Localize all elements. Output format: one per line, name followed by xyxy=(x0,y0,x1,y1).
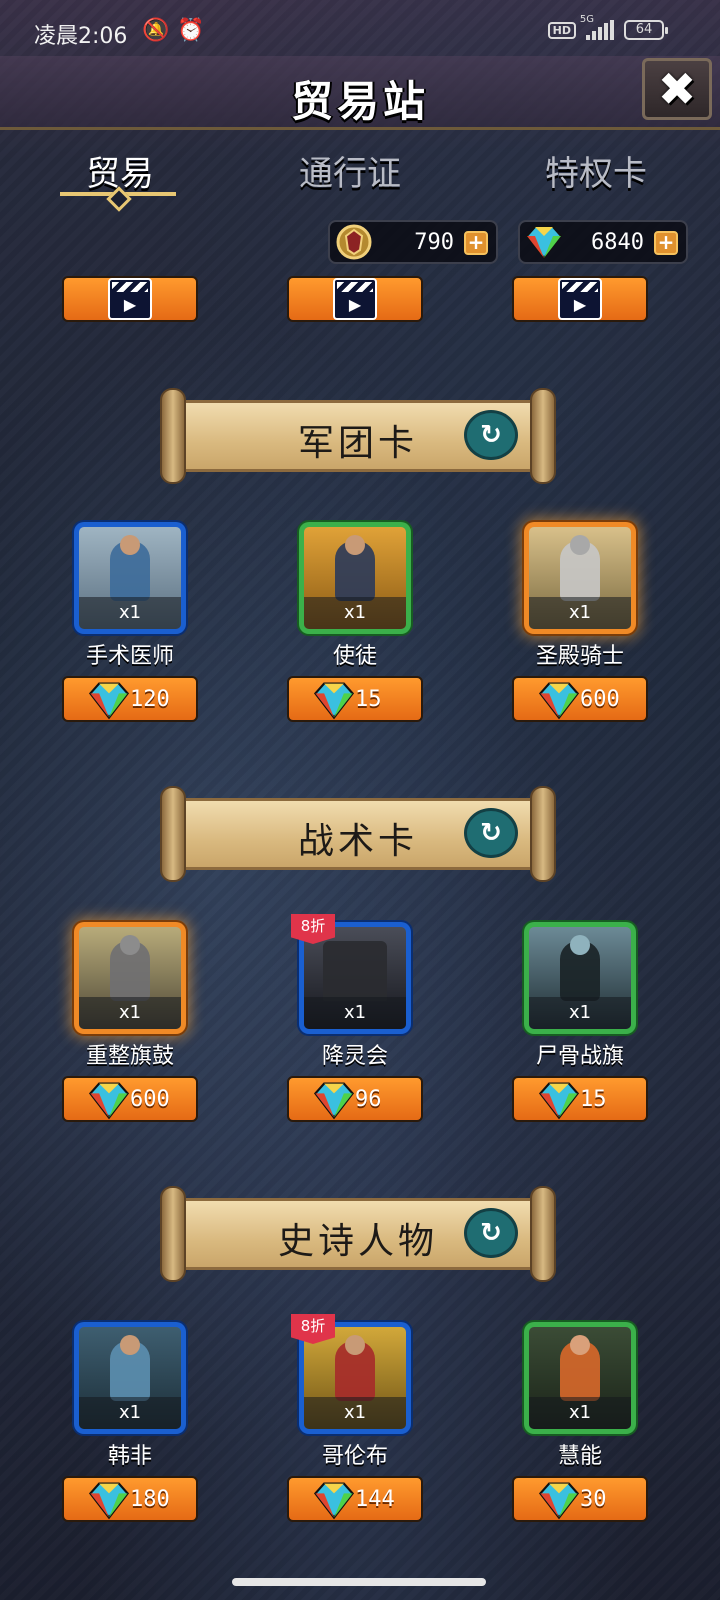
diamond-gem-icon xyxy=(538,682,580,720)
card-portrait: x1 xyxy=(304,1327,406,1429)
card-portrait: x1 xyxy=(529,527,631,629)
refresh-icon: ↻ xyxy=(480,420,502,450)
gem-balance: 6840 + xyxy=(518,220,688,264)
status-time: 凌晨2:06 xyxy=(34,24,128,49)
price-value: 120 xyxy=(130,687,170,712)
refresh-icon: ↻ xyxy=(480,1218,502,1248)
card-portrait: x1 xyxy=(79,927,181,1029)
buy-button[interactable]: 600 xyxy=(62,1076,198,1122)
diamond-gem-icon xyxy=(313,1082,355,1120)
card-frame: x1 xyxy=(524,922,636,1034)
card-frame: x1 xyxy=(299,522,411,634)
card-quantity: x1 xyxy=(79,997,181,1029)
add-gem-button[interactable]: + xyxy=(654,231,678,255)
hd-icon: HD xyxy=(547,21,576,39)
status-bar: 凌晨2:06 🔕⏰ 5G HD 64 xyxy=(0,0,720,64)
watch-video-button-3[interactable]: ▶ xyxy=(512,276,648,322)
card-name: 慧能 xyxy=(557,1444,602,1469)
price-value: 30 xyxy=(580,1487,607,1512)
price-value: 15 xyxy=(580,1087,607,1112)
refresh-button[interactable]: ↻ xyxy=(464,410,518,460)
active-tab-indicator xyxy=(60,192,176,196)
section-banner-legion-cards: 军团卡 ↻ xyxy=(160,388,556,484)
card-name: 尸骨战旗 xyxy=(535,1044,624,1069)
add-coin-button[interactable]: + xyxy=(464,231,488,255)
card-quantity: x1 xyxy=(529,597,631,629)
card-name: 使徒 xyxy=(332,644,377,669)
card-portrait: x1 xyxy=(529,927,631,1029)
card-name: 重整旗鼓 xyxy=(85,1044,174,1069)
diamond-gem-icon xyxy=(538,1482,580,1520)
card-quantity: x1 xyxy=(529,1397,631,1429)
card-quantity: x1 xyxy=(304,1397,406,1429)
diamond-gem-icon xyxy=(88,1082,130,1120)
coin-balance: 790 + xyxy=(328,220,498,264)
buy-button[interactable]: 144 xyxy=(287,1476,423,1522)
crest-coin-icon xyxy=(332,222,376,262)
card-frame: x1 xyxy=(524,1322,636,1434)
section-banner-epic-characters: 史诗人物 ↻ xyxy=(160,1186,556,1282)
card-frame: x1 xyxy=(524,522,636,634)
clapperboard-video-icon: ▶ xyxy=(333,278,377,320)
clapperboard-video-icon: ▶ xyxy=(108,278,152,320)
price-value: 15 xyxy=(355,687,382,712)
price-value: 144 xyxy=(355,1487,395,1512)
card-quantity: x1 xyxy=(304,597,406,629)
price-value: 600 xyxy=(580,687,620,712)
diamond-gem-icon xyxy=(88,682,130,720)
card-name: 哥伦布 xyxy=(321,1444,388,1469)
diamond-gem-icon xyxy=(313,682,355,720)
clapperboard-video-icon: ▶ xyxy=(558,278,602,320)
card-name: 降灵会 xyxy=(321,1044,388,1069)
card-frame: x1 xyxy=(74,522,186,634)
tab-bar: 贸易 通行证 特权卡 xyxy=(0,140,720,212)
refresh-button[interactable]: ↻ xyxy=(464,1208,518,1258)
home-indicator[interactable] xyxy=(232,1578,486,1586)
coin-value: 790 xyxy=(414,230,454,255)
buy-button[interactable]: 96 xyxy=(287,1076,423,1122)
card-name: 手术医师 xyxy=(85,644,174,669)
diamond-gem-icon xyxy=(522,222,566,262)
card-portrait: x1 xyxy=(79,527,181,629)
title-bar: 贸易站 ✖ xyxy=(0,56,720,130)
card-frame: x1 xyxy=(74,922,186,1034)
refresh-button[interactable]: ↻ xyxy=(464,808,518,858)
buy-button[interactable]: 600 xyxy=(512,676,648,722)
card-quantity: x1 xyxy=(79,1397,181,1429)
card-portrait: x1 xyxy=(304,527,406,629)
watch-video-button-2[interactable]: ▶ xyxy=(287,276,423,322)
gem-value: 6840 xyxy=(591,230,644,255)
price-value: 180 xyxy=(130,1487,170,1512)
signal-icon xyxy=(586,20,614,40)
card-frame: x1 xyxy=(74,1322,186,1434)
card-quantity: x1 xyxy=(79,597,181,629)
buy-button[interactable]: 180 xyxy=(62,1476,198,1522)
card-name: 圣殿骑士 xyxy=(535,644,624,669)
battery-icon: 64 xyxy=(624,20,668,40)
card-quantity: x1 xyxy=(304,997,406,1029)
diamond-gem-icon xyxy=(88,1482,130,1520)
tab-pass[interactable]: 通行证 xyxy=(250,146,450,195)
diamond-gem-icon xyxy=(313,1482,355,1520)
buy-button[interactable]: 15 xyxy=(512,1076,648,1122)
mute-alarm-icons: 🔕⏰ xyxy=(142,18,213,43)
card-name: 韩非 xyxy=(107,1444,152,1469)
card-portrait: x1 xyxy=(304,927,406,1029)
card-portrait: x1 xyxy=(79,1327,181,1429)
page-title: 贸易站 xyxy=(290,77,429,126)
section-banner-tactic-cards: 战术卡 ↻ xyxy=(160,786,556,882)
diamond-gem-icon xyxy=(538,1082,580,1120)
tab-privilege-card[interactable]: 特权卡 xyxy=(496,146,696,195)
buy-button[interactable]: 120 xyxy=(62,676,198,722)
close-icon: ✖ xyxy=(657,62,697,116)
card-portrait: x1 xyxy=(529,1327,631,1429)
price-value: 96 xyxy=(355,1087,382,1112)
close-button[interactable]: ✖ xyxy=(642,58,712,120)
price-value: 600 xyxy=(130,1087,170,1112)
buy-button[interactable]: 30 xyxy=(512,1476,648,1522)
watch-video-button-1[interactable]: ▶ xyxy=(62,276,198,322)
refresh-icon: ↻ xyxy=(480,818,502,848)
buy-button[interactable]: 15 xyxy=(287,676,423,722)
card-quantity: x1 xyxy=(529,997,631,1029)
